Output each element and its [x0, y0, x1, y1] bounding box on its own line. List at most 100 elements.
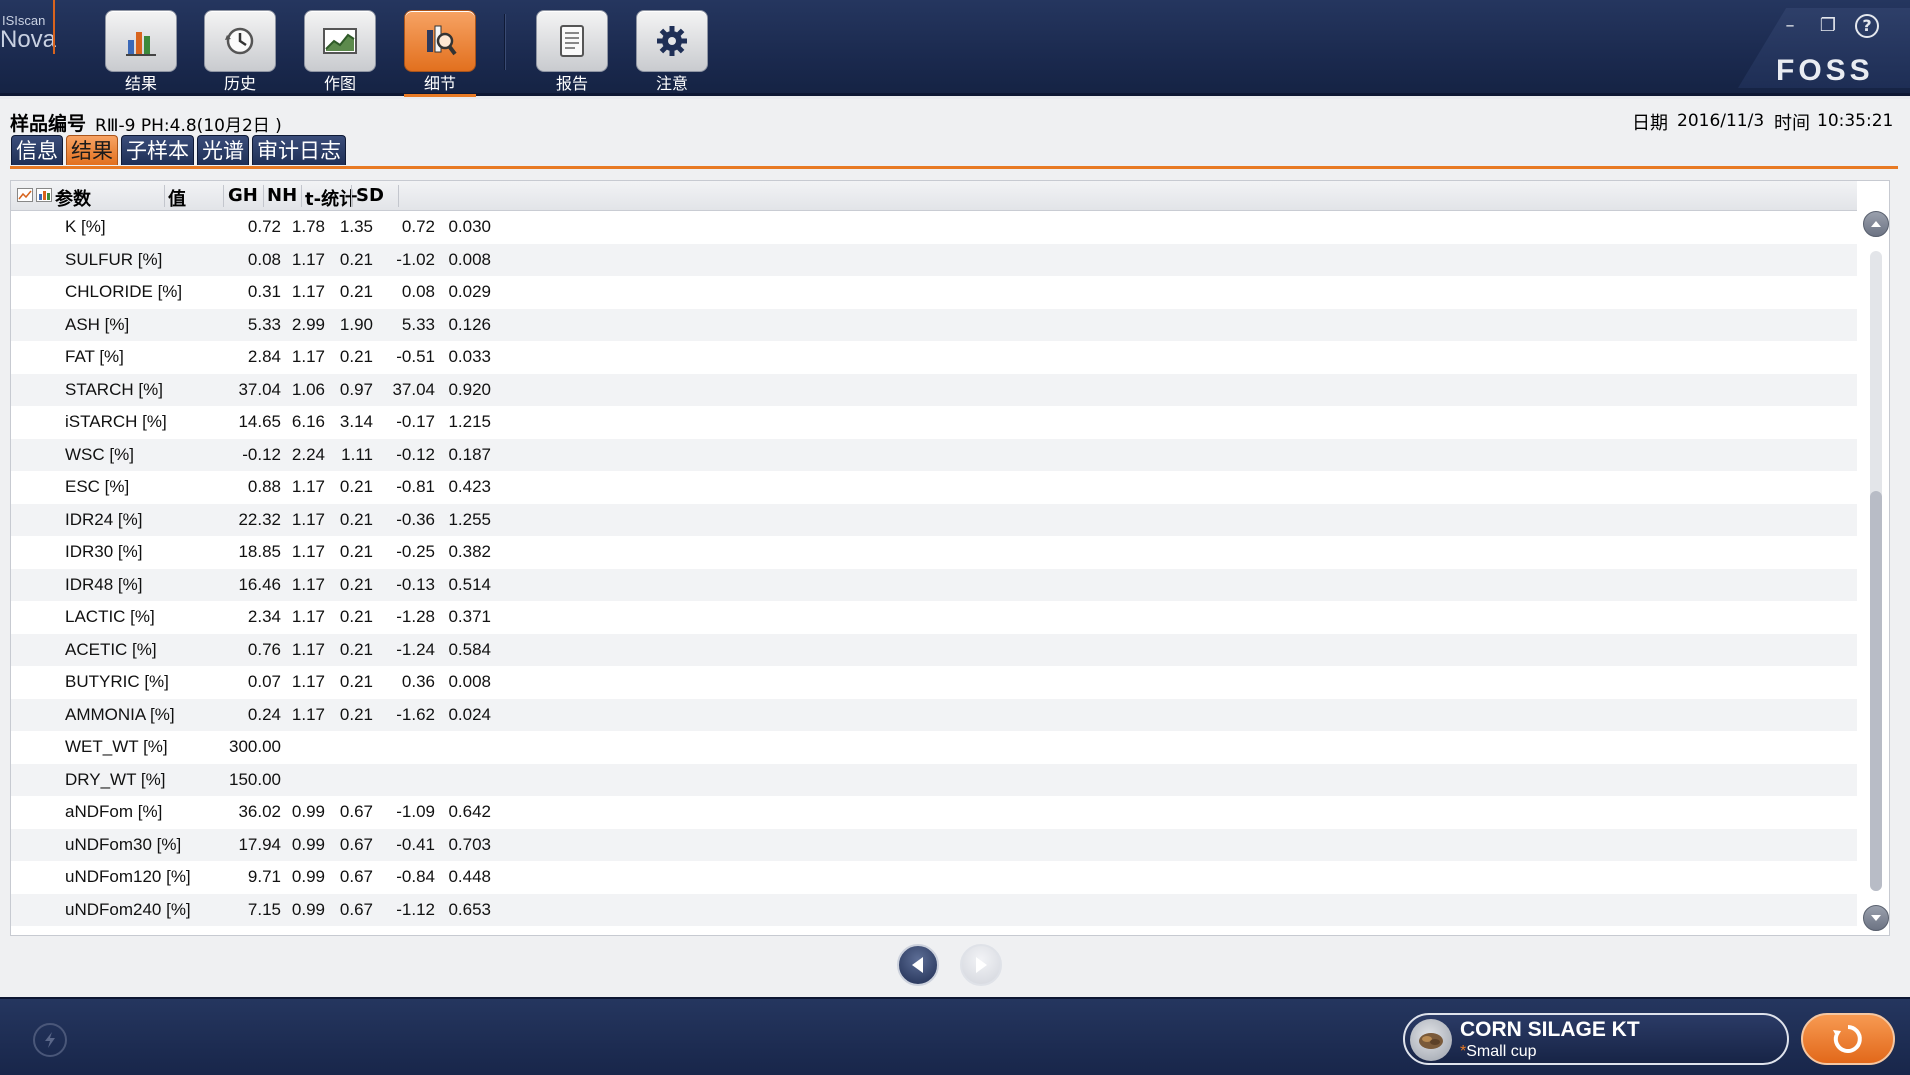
cell-param: aNDFom [%] — [65, 802, 163, 821]
table-row[interactable]: ESC [%] 0.88 1.17 0.21 -0.81 0.423 — [11, 471, 1857, 504]
analyze-button[interactable] — [1801, 1013, 1895, 1065]
cell-t: 5.33 — [401, 314, 435, 334]
table-row[interactable]: FAT [%] 2.84 1.17 0.21 -0.51 0.033 — [11, 341, 1857, 374]
header-divider — [164, 185, 165, 207]
cell-value: 37.04 — [238, 379, 281, 399]
toolbar-detail-button[interactable]: 细节 — [404, 10, 476, 97]
table-row[interactable]: ASH [%] 5.33 2.99 1.90 5.33 0.126 — [11, 308, 1857, 341]
table-row[interactable]: DRY_WT [%] 150.00 — [11, 763, 1857, 796]
table-row[interactable]: ACETIC [%] 0.76 1.17 0.21 -1.24 0.584 — [11, 633, 1857, 666]
cell-value: 36.02 — [238, 802, 281, 821]
cell-param: ACETIC [%] — [65, 639, 157, 659]
table-row[interactable]: K [%] 0.72 1.78 1.35 0.72 0.030 — [11, 211, 1857, 244]
tab-subsamples[interactable]: 子样本 — [121, 135, 194, 165]
toolbar-settings-button[interactable]: 注意 — [636, 10, 708, 94]
cell-sd: 0.423 — [448, 477, 491, 496]
cell-nh: 1.35 — [339, 217, 373, 236]
cell-t: -0.12 — [396, 444, 435, 464]
scroll-up-button[interactable] — [1863, 211, 1889, 237]
tab-info[interactable]: 信息 — [11, 135, 63, 165]
table-row[interactable]: STARCH [%] 37.04 1.06 0.97 37.04 0.920 — [11, 373, 1857, 406]
tab-underline — [10, 166, 1898, 169]
cell-param: IDR30 [%] — [65, 542, 143, 561]
brand-logo: FOSS — [1776, 54, 1874, 87]
header-t-stat: t-统计 — [305, 189, 358, 210]
lightning-icon — [45, 1032, 55, 1048]
cell-gh: 0.99 — [291, 867, 325, 886]
cell-gh: 1.17 — [291, 249, 325, 269]
table-row[interactable]: IDR48 [%] 16.46 1.17 0.21 -0.13 0.514 — [11, 568, 1857, 601]
help-icon[interactable]: ? — [1855, 14, 1879, 38]
toolbar-plot-button[interactable]: 作图 — [304, 10, 376, 94]
toolbar-results-label: 结果 — [124, 74, 157, 93]
cell-t: -0.17 — [396, 412, 435, 431]
table-row[interactable]: uNDFom30 [%] 17.94 0.99 0.67 -0.41 0.703 — [11, 828, 1857, 861]
top-toolbar: ISIscan Nova 结果 历史 作图 细节 报告 注意 – ❐ ? FOS… — [0, 0, 1910, 97]
toolbar-separator — [504, 14, 506, 70]
next-sample-button[interactable] — [960, 944, 1002, 986]
cell-nh: 0.21 — [339, 542, 373, 561]
table-row[interactable]: LACTIC [%] 2.34 1.17 0.21 -1.28 0.371 — [11, 601, 1857, 634]
table-row[interactable]: AMMONIA [%] 0.24 1.17 0.21 -1.62 0.024 — [11, 698, 1857, 731]
vertical-scrollbar[interactable] — [1863, 211, 1889, 935]
power-button[interactable] — [33, 1023, 67, 1057]
cell-t: -0.51 — [396, 347, 435, 366]
table-row[interactable]: aNDFom [%] 36.02 0.99 0.67 -1.09 0.642 — [11, 796, 1857, 829]
tab-spectrum[interactable]: 光谱 — [197, 135, 249, 165]
restore-icon[interactable]: ❐ — [1816, 14, 1840, 38]
cell-t: -1.28 — [396, 607, 435, 626]
bar-toggle-icon[interactable] — [36, 188, 52, 202]
cell-nh: 0.21 — [339, 509, 373, 529]
cell-param: iSTARCH [%] — [65, 412, 167, 431]
cell-gh: 1.17 — [291, 477, 325, 496]
detail-tabs: 信息 结果 子样本 光谱 审计日志 — [11, 135, 346, 165]
toolbar-results-button[interactable]: 结果 — [105, 10, 177, 94]
product-selector[interactable]: CORN SILAGE KT *Small cup — [1403, 1013, 1789, 1065]
product-name: CORN SILAGE KT — [1460, 1018, 1640, 1041]
cell-t: -0.41 — [396, 834, 435, 854]
chart-toggle-icon[interactable] — [17, 188, 33, 202]
grid-rows: K [%] 0.72 1.78 1.35 0.72 0.030 SULFUR [%] 0.08… — [11, 211, 1857, 926]
tab-audit-log[interactable]: 审计日志 — [252, 135, 346, 165]
table-row[interactable]: WSC [%] -0.12 2.24 1.11 -0.12 0.187 — [11, 438, 1857, 471]
table-row[interactable]: WET_WT [%] 300.00 — [11, 731, 1857, 764]
logo-divider — [53, 0, 55, 54]
cell-t: -0.36 — [396, 509, 435, 529]
table-row[interactable]: uNDFom240 [%] 7.15 0.99 0.67 -1.12 0.653 — [11, 893, 1857, 926]
minimize-icon[interactable]: – — [1778, 14, 1802, 38]
table-row[interactable]: BUTYRIC [%] 0.07 1.17 0.21 0.36 0.008 — [11, 666, 1857, 699]
cell-gh: 1.17 — [291, 704, 325, 724]
scroll-down-button[interactable] — [1863, 905, 1889, 931]
table-row[interactable]: CHLORIDE [%] 0.31 1.17 0.21 0.08 0.029 — [11, 276, 1857, 309]
cell-gh: 0.99 — [291, 899, 325, 919]
cell-t: -1.09 — [396, 802, 435, 821]
tab-results[interactable]: 结果 — [66, 135, 118, 165]
cell-nh: 0.21 — [339, 672, 373, 691]
toolbar-history-button[interactable]: 历史 — [204, 10, 276, 94]
time-value: 10:35:21 — [1817, 111, 1894, 131]
cell-sd: 0.024 — [448, 704, 491, 724]
cell-nh: 0.67 — [339, 899, 373, 919]
table-row[interactable]: IDR30 [%] 18.85 1.17 0.21 -0.25 0.382 — [11, 536, 1857, 569]
cell-param: ESC [%] — [65, 477, 130, 496]
corn-silage-icon — [1410, 1019, 1452, 1061]
cell-sd: 0.920 — [448, 379, 491, 399]
header-divider — [263, 185, 264, 207]
previous-sample-button[interactable] — [897, 944, 939, 986]
toolbar-report-button[interactable]: 报告 — [536, 10, 608, 94]
table-row[interactable]: uNDFom120 [%] 9.71 0.99 0.67 -0.84 0.448 — [11, 861, 1857, 894]
main-panel: 样品编号 RⅢ-9 PH:4.8(10月2日 ) 日期 2016/11/3 时间… — [0, 99, 1910, 997]
cell-param: K [%] — [65, 217, 106, 236]
cell-nh: 0.21 — [339, 607, 373, 626]
cell-t: -1.12 — [396, 899, 435, 919]
table-row[interactable]: SULFUR [%] 0.08 1.17 0.21 -1.02 0.008 — [11, 243, 1857, 276]
cell-nh: 0.21 — [339, 704, 373, 724]
table-row[interactable]: IDR24 [%] 22.32 1.17 0.21 -0.36 1.255 — [11, 503, 1857, 536]
table-row[interactable]: iSTARCH [%] 14.65 6.16 3.14 -0.17 1.215 — [11, 406, 1857, 439]
toolbar-report-label: 报告 — [555, 74, 588, 93]
scroll-thumb[interactable] — [1870, 491, 1882, 891]
header-divider — [351, 185, 352, 207]
toolbar-settings-label: 注意 — [655, 74, 688, 93]
cell-value: 0.08 — [247, 249, 281, 269]
cell-value: -0.12 — [242, 444, 281, 464]
